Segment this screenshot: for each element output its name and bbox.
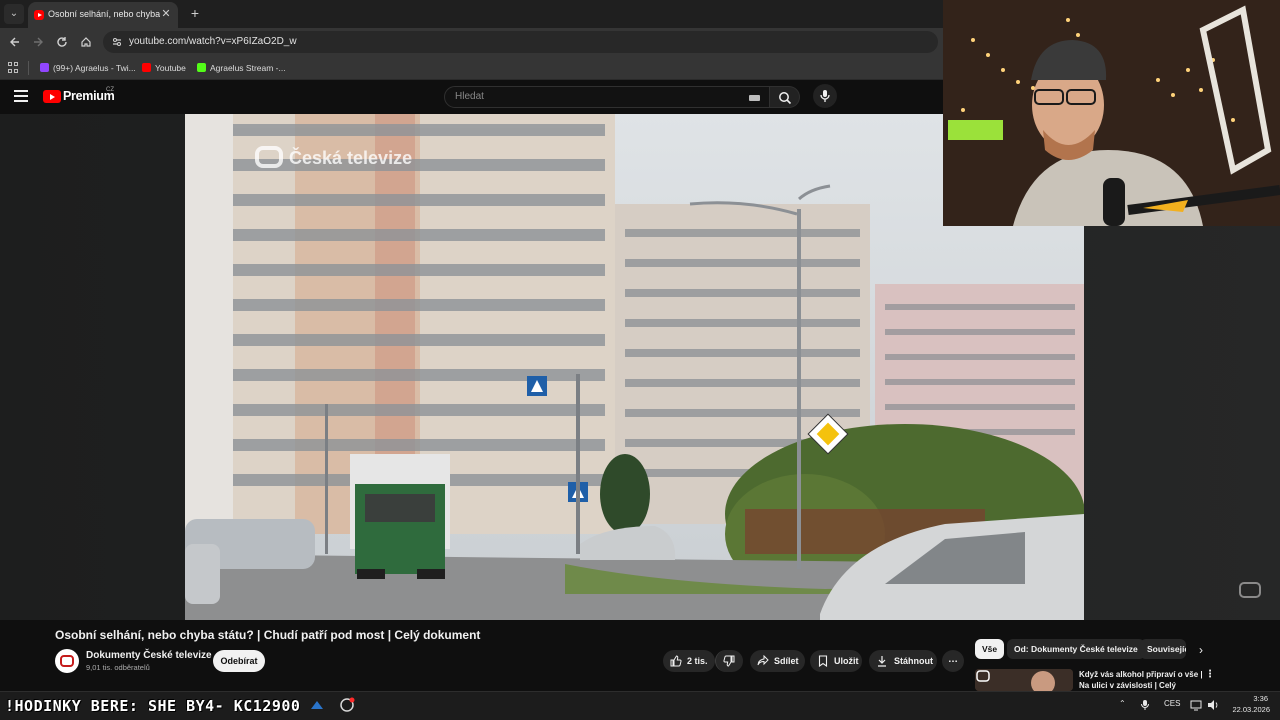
chevron-right-icon[interactable]: › [1192,641,1210,659]
back-button[interactable] [6,33,24,51]
download-button[interactable]: Stáhnout [869,650,937,672]
browser-tab-bar: ⌄ Osobní selhání, nebo chyba státu? | Ch… [0,0,943,28]
microphone-icon [820,90,830,102]
bookmark-icon [818,655,828,667]
close-tab-icon[interactable]: ✕ [159,7,173,21]
recommendation-title[interactable]: Když vás alkohol připraví o vše | Na uli… [1079,669,1204,690]
video-title: Osobní selhání, nebo chyba státu? | Chud… [55,628,481,642]
bookmark-twitch[interactable]: (99+) Agraelus - Twi... [40,60,136,76]
share-button[interactable]: Sdílet [750,650,805,672]
tab-title: Osobní selhání, nebo chyba státu? | Chud… [48,9,160,19]
active-tab[interactable]: Osobní selhání, nebo chyba státu? | Chud… [28,2,178,28]
chevron-up-icon[interactable]: ⌃ [1119,699,1126,708]
new-tab-button[interactable]: + [186,4,204,22]
subscriber-count: 9,01 tis. odběratelů [86,663,150,672]
chevron-down-icon: ⌄ [9,8,19,19]
home-button[interactable] [77,33,95,51]
broadcaster-watermark: Česká televize [255,146,412,169]
save-label: Uložit [834,656,859,666]
like-count: 2 tis. [687,656,708,666]
forward-button[interactable] [29,33,47,51]
more-horizontal-icon: … [948,654,958,665]
microphone-icon[interactable] [1139,699,1151,711]
search-icon [779,92,792,105]
clock-time[interactable]: 3:36 [1250,694,1268,703]
country-code: CZ [106,87,114,93]
thumbs-up-icon [670,655,682,667]
watermark-text: Česká televize [289,148,413,168]
save-button[interactable]: Uložit [810,650,862,672]
bookmark-label: (99+) Agraelus - Twi... [53,63,136,73]
like-button[interactable]: 2 tis. [663,650,715,672]
download-icon [878,656,886,667]
ceska-televize-logo-icon [255,146,283,168]
chip-from-channel[interactable]: Od: Dokumenty České televize [1007,639,1145,659]
home-icon [81,37,91,47]
steam-icon[interactable] [309,697,325,713]
apps-grid-icon[interactable] [8,62,20,74]
more-actions-button[interactable]: … [942,650,964,672]
browser-toolbar: youtube.com/watch?v=xP6IZaO2D_w [0,28,943,56]
bookmark-separator [28,61,29,75]
url-text: youtube.com/watch?v=xP6IZaO2D_w [129,36,297,47]
clock-date[interactable]: 22.03.2026 [1228,705,1270,714]
streamer-webcam [943,0,1280,226]
network-icon[interactable] [1190,699,1202,711]
recommendation-thumbnail[interactable] [975,669,1073,691]
bookmark-label: Agraelus Stream -... [210,63,286,73]
share-icon [757,655,769,666]
stream-ticker: !HODINKY BERE: SHE BY4- KC12900 [5,697,301,715]
share-label: Sdílet [774,656,799,666]
reload-button[interactable] [53,33,71,51]
reload-icon [57,37,67,47]
kick-icon [197,63,206,72]
taskbar: !HODINKY BERE: SHE BY4- KC12900 [0,691,1280,720]
bookmark-kick[interactable]: Agraelus Stream -... [197,60,286,76]
bookmarks-bar: (99+) Agraelus - Twi... Youtube Agraelus… [0,56,943,80]
address-bar[interactable]: youtube.com/watch?v=xP6IZaO2D_w [103,31,938,53]
youtube-icon [142,63,151,72]
arrow-right-icon [34,37,43,47]
tab-list-button[interactable]: ⌄ [4,4,24,24]
search-box [444,86,770,108]
thumbnail-image [975,669,1073,691]
search-input[interactable] [455,91,735,102]
search-button[interactable] [770,86,800,108]
volume-icon[interactable] [1207,699,1219,711]
chip-all[interactable]: Vše [975,639,1005,659]
channel-name[interactable]: Dokumenty České televize [86,650,212,661]
input-language[interactable]: CES [1164,699,1180,708]
bookmark-label: Youtube [155,63,186,73]
arrow-left-icon [10,37,19,47]
app-icon[interactable] [339,697,355,713]
dislike-button[interactable] [715,650,743,672]
twitch-icon [40,63,49,72]
keyboard-icon[interactable] [749,95,760,101]
youtube-logo-icon[interactable] [43,90,61,103]
youtube-favicon-icon [34,10,44,20]
voice-search-button[interactable] [813,84,837,108]
menu-icon[interactable] [14,90,28,102]
ceska-televize-logo-icon [1239,582,1261,598]
subscribe-button[interactable]: Odebírat [213,650,265,672]
chip-related[interactable]: Související [1140,639,1186,659]
download-label: Stáhnout [894,656,933,666]
bookmark-youtube[interactable]: Youtube [142,60,186,76]
channel-avatar[interactable] [55,649,79,673]
webcam-image [943,0,1280,226]
site-settings-icon[interactable] [111,36,123,48]
thumbs-down-icon [723,655,735,667]
more-vertical-icon[interactable]: ⋮ [1205,669,1215,680]
